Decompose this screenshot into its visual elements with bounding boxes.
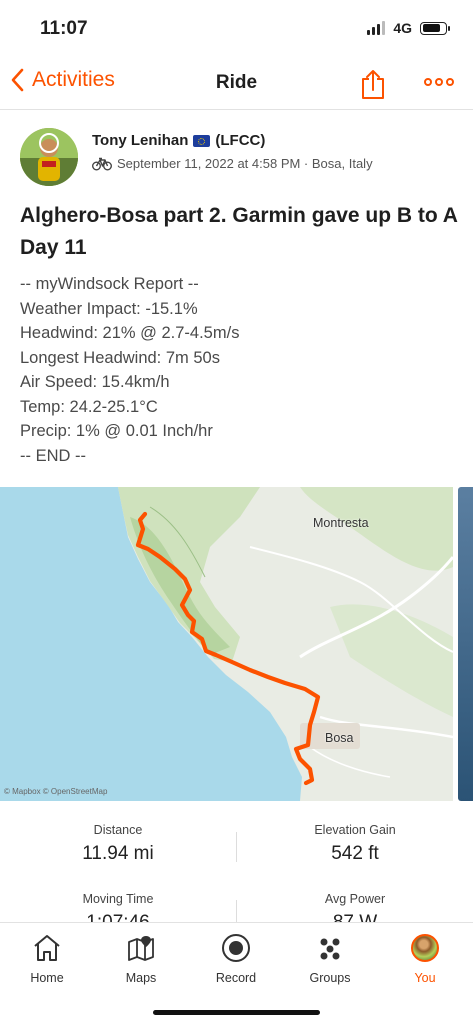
avatar bbox=[411, 934, 439, 962]
network-type: 4G bbox=[393, 20, 412, 36]
athlete-club: (LFCC) bbox=[215, 132, 266, 149]
stat-value: 542 ft bbox=[331, 843, 379, 864]
tab-label: You bbox=[414, 971, 436, 985]
description-line: Weather Impact: -15.1% bbox=[20, 299, 198, 318]
tab-groups[interactable]: Groups bbox=[290, 931, 370, 985]
tab-record[interactable]: Record bbox=[196, 931, 276, 985]
more-icon-dot bbox=[424, 78, 432, 86]
stat-moving-time: Moving Time 1:07:46 bbox=[0, 892, 236, 922]
stat-label: Elevation Gain bbox=[314, 823, 396, 837]
tab-you[interactable]: You bbox=[385, 931, 465, 985]
maps-icon bbox=[128, 936, 154, 961]
athlete-name: Tony Lenihan bbox=[92, 132, 189, 149]
route-map[interactable]: Montresta Bosa © Mapbox © OpenStreetMap bbox=[0, 487, 453, 801]
status-indicators: 4G bbox=[367, 20, 450, 36]
bike-icon bbox=[92, 157, 112, 170]
tab-bar: Home Maps Record Groups You bbox=[0, 922, 473, 1024]
tab-label: Maps bbox=[125, 971, 157, 985]
share-button[interactable] bbox=[360, 68, 386, 105]
stat-label: Moving Time bbox=[82, 892, 154, 906]
map-label-bosa: Bosa bbox=[325, 731, 354, 745]
status-time: 11:07 bbox=[40, 18, 88, 39]
nav-bar: Activities Ride bbox=[0, 58, 473, 110]
description-line: Precip: 1% @ 0.01 Inch/hr bbox=[20, 422, 213, 440]
stat-elevation-gain: Elevation Gain 542 ft bbox=[237, 823, 473, 865]
stat-distance: Distance 11.94 mi bbox=[0, 823, 236, 865]
page-title: Ride bbox=[215, 72, 258, 93]
more-icon-dot bbox=[446, 78, 454, 86]
battery-icon bbox=[420, 21, 450, 35]
next-media-preview[interactable] bbox=[458, 487, 473, 801]
stat-value: 11.94 mi bbox=[82, 843, 154, 864]
record-icon bbox=[222, 934, 250, 962]
athlete-avatar[interactable] bbox=[20, 128, 78, 186]
tab-maps[interactable]: Maps bbox=[101, 931, 181, 985]
signal-icon bbox=[367, 21, 386, 35]
share-icon bbox=[362, 70, 384, 99]
groups-icon bbox=[320, 938, 340, 960]
activity-meta: September 11, 2022 at 4:58 PM · Bosa, It… bbox=[92, 156, 373, 171]
description-line: Air Speed: 15.4km/h bbox=[20, 373, 170, 391]
stat-avg-power: Avg Power 87 W bbox=[237, 892, 473, 922]
stat-label: Distance bbox=[93, 823, 143, 837]
stats-grid: Distance 11.94 mi Elevation Gain 542 ft … bbox=[0, 814, 473, 922]
description-line: -- myWindsock Report -- bbox=[20, 275, 199, 293]
tab-label: Record bbox=[215, 971, 257, 985]
map-canvas bbox=[0, 487, 453, 801]
tab-home[interactable]: Home bbox=[7, 931, 87, 985]
avatar-image bbox=[20, 128, 78, 186]
more-options-button[interactable] bbox=[424, 78, 454, 86]
description-line: Longest Headwind: 7m 50s bbox=[20, 348, 220, 367]
map-attribution: © Mapbox © OpenStreetMap bbox=[4, 787, 108, 796]
athlete-header: Tony Lenihan (LFCC) September 11, 2022 a… bbox=[20, 128, 460, 188]
description-line: Temp: 24.2-25.1°C bbox=[20, 397, 158, 416]
more-icon-dot bbox=[435, 78, 443, 86]
map-label-montresta: Montresta bbox=[313, 516, 369, 530]
description-line: -- END -- bbox=[20, 446, 86, 465]
activity-title: Alghero-Bosa part 2. Garmin gave up B to… bbox=[20, 204, 458, 259]
stat-value: 87 W bbox=[237, 912, 473, 922]
home-icon bbox=[34, 935, 60, 961]
activity-date-location: September 11, 2022 at 4:58 PM · Bosa, It… bbox=[117, 156, 373, 171]
description-line: Headwind: 21% @ 2.7-4.5m/s bbox=[20, 324, 240, 342]
athlete-name-row[interactable]: Tony Lenihan (LFCC) bbox=[92, 132, 265, 149]
tab-label: Groups bbox=[309, 971, 351, 985]
activity-description: -- myWindsock Report -- Weather Impact: … bbox=[20, 272, 460, 468]
stat-label: Avg Power bbox=[324, 892, 386, 906]
status-bar: 11:07 4G bbox=[0, 0, 473, 58]
eu-flag-icon bbox=[193, 134, 211, 147]
stat-value: 1:07:46 bbox=[0, 912, 236, 922]
home-indicator[interactable] bbox=[153, 1010, 320, 1015]
tab-label: Home bbox=[30, 971, 64, 985]
